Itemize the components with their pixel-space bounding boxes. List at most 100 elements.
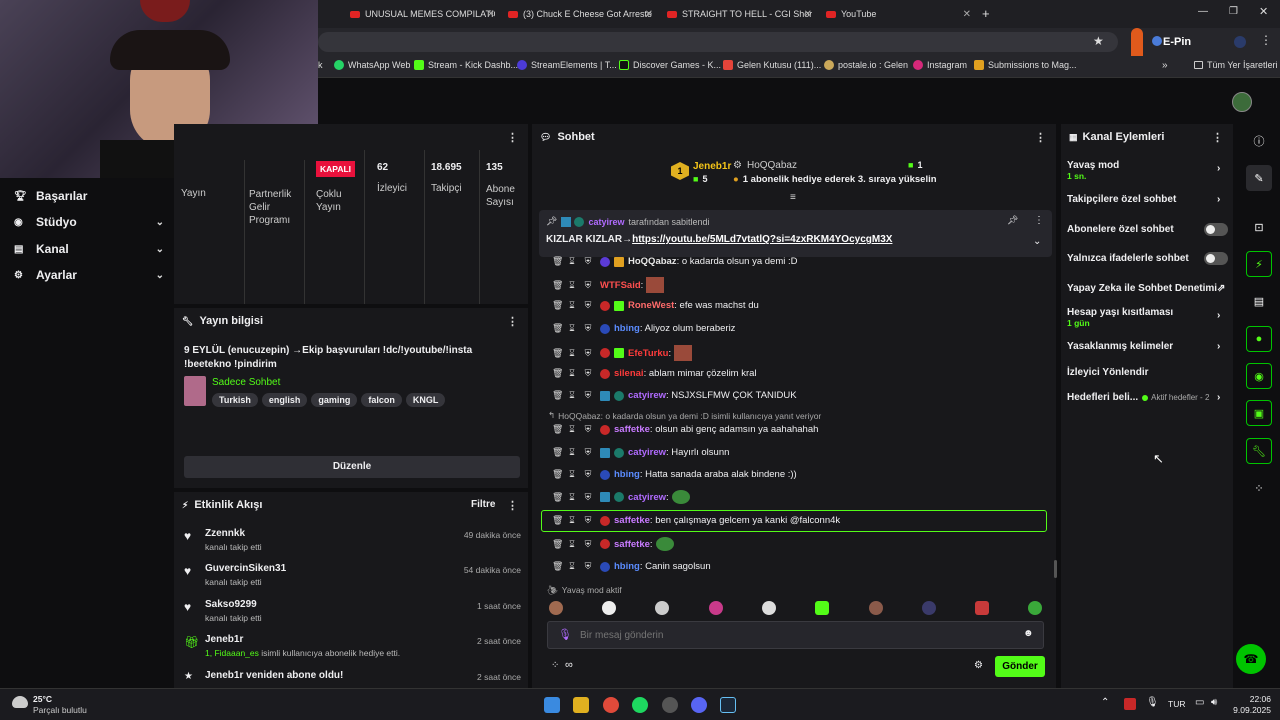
tag[interactable]: falcon <box>361 393 402 407</box>
sidebar-item-ayarlar[interactable]: ⚙ Ayarlar ⌄ <box>14 268 164 282</box>
collapse-handle-icon[interactable]: ≡ <box>790 192 796 203</box>
microphone-icon[interactable]: 🎙︎ <box>1146 697 1159 708</box>
gear-icon[interactable]: ⚙ <box>974 660 983 671</box>
delete-icon[interactable]: 🗑︎ <box>552 323 563 334</box>
timeout-icon[interactable]: ⌛︎ <box>568 280 576 291</box>
tab-unusual-memes[interactable]: UNUSUAL MEMES COMPILATIO ✕ <box>350 4 495 24</box>
timeout-icon[interactable]: ⌛︎ <box>568 492 576 503</box>
new-tab-button[interactable]: + <box>982 6 990 21</box>
more-options-icon[interactable]: ⋮ <box>507 315 518 328</box>
chat-username[interactable]: catyirew <box>628 492 666 503</box>
chevron-down-icon[interactable]: ⌄ <box>1033 236 1041 247</box>
pencil-icon[interactable]: ✎ <box>1246 165 1272 191</box>
emote-icon[interactable] <box>602 601 616 615</box>
delete-icon[interactable]: 🗑︎ <box>552 280 563 291</box>
ban-icon[interactable]: ⛨ <box>584 492 592 503</box>
category-thumbnail[interactable] <box>184 376 206 406</box>
chat-input[interactable] <box>580 626 1000 644</box>
emoji-icon[interactable]: ☻ <box>1023 628 1034 639</box>
delete-icon[interactable]: 🗑︎ <box>552 469 563 480</box>
delete-icon[interactable]: 🗑︎ <box>552 300 563 311</box>
close-icon[interactable]: ✕ <box>487 9 495 20</box>
windows-start-icon[interactable] <box>544 697 560 713</box>
address-input[interactable] <box>318 32 1118 52</box>
chat-username[interactable]: WTFSaid <box>600 280 641 291</box>
timeout-icon[interactable]: ⌛︎ <box>568 424 576 435</box>
info-icon[interactable]: ⓘ <box>1246 128 1272 154</box>
ban-icon[interactable]: ⛨ <box>584 348 592 359</box>
minimize-button[interactable]: — <box>1198 6 1208 17</box>
action-raid[interactable]: İzleyici Yönlendir <box>1067 367 1149 378</box>
action-followers-only[interactable]: Takipçilere özel sohbet › <box>1067 194 1227 205</box>
activity-user[interactable]: Jeneb1r <box>205 634 243 645</box>
user-avatar[interactable] <box>1232 92 1252 112</box>
bookmark-whatsapp[interactable]: WhatsApp Web <box>334 60 410 70</box>
tag[interactable]: KNGL <box>405 393 446 407</box>
tag[interactable]: english <box>261 393 308 407</box>
kick-logo-icon[interactable]: ⁘ <box>1246 475 1272 501</box>
highlight-username[interactable]: HoQQabaz <box>747 160 797 171</box>
obs-icon[interactable] <box>662 697 678 713</box>
bookmark-instagram[interactable]: Instagram <box>913 60 967 70</box>
chat-username[interactable]: hbing <box>614 323 640 334</box>
emote-icon[interactable] <box>762 601 776 615</box>
microphone-icon[interactable]: 🎙︎ <box>558 628 572 641</box>
timeout-icon[interactable]: ⌛︎ <box>568 390 576 401</box>
emote-icon[interactable] <box>1028 601 1042 615</box>
bookmark-postale[interactable]: postale.io : Gelen <box>824 60 908 70</box>
ban-icon[interactable]: ⛨ <box>584 390 592 401</box>
clock-time[interactable]: 22:06 <box>1233 694 1271 704</box>
filter-button[interactable]: Filtre <box>471 499 495 510</box>
bookmark-gelen-kutusu[interactable]: Gelen Kutusu (111)... <box>723 60 821 70</box>
extension-globe-icon[interactable] <box>1152 36 1162 46</box>
file-explorer-icon[interactable] <box>573 697 589 713</box>
close-icon[interactable]: ✕ <box>645 9 653 20</box>
timeout-icon[interactable]: ⌛︎ <box>568 300 576 311</box>
sidebar-item-kanal[interactable]: ▤ Kanal ⌄ <box>14 242 164 256</box>
bookmark-star-icon[interactable]: ★ <box>1093 34 1104 48</box>
top-gifter-name[interactable]: Jeneb1r <box>693 161 731 172</box>
delete-icon[interactable]: 🗑︎ <box>552 424 563 435</box>
bookmark-kick-dashboard[interactable]: Stream - Kick Dashb... <box>414 60 518 70</box>
category-link[interactable]: Sadece Sohbet <box>212 377 280 388</box>
delete-icon[interactable]: 🗑︎ <box>552 256 563 267</box>
tray-app-icon[interactable] <box>1124 698 1136 710</box>
activity-user[interactable]: Jeneb1r veniden abone oldu! <box>205 670 343 681</box>
chevron-up-icon[interactable]: ⌃ <box>1101 697 1109 708</box>
timeout-icon[interactable]: ⌛︎ <box>568 469 576 480</box>
more-bookmarks-icon[interactable]: » <box>1162 60 1168 71</box>
action-banned-words[interactable]: Yasaklanmış kelimeler › <box>1067 341 1227 352</box>
chat-username[interactable]: hbing <box>614 469 640 480</box>
more-options-icon[interactable]: ⋮ <box>1035 131 1046 144</box>
gift-recipient[interactable]: 1, Fidaaan_es <box>205 648 259 658</box>
discord-icon[interactable] <box>691 697 707 713</box>
temperature[interactable]: 25°C <box>33 694 52 704</box>
chat-username[interactable]: EfeTurku <box>628 348 668 359</box>
action-goals[interactable]: Hedefleri beli... Aktif hedefler - 2 › <box>1067 392 1227 403</box>
bookmark-submissions[interactable]: Submissions to Mag... <box>974 60 1077 70</box>
chat-username[interactable]: catyirew <box>628 390 666 401</box>
emotes-only-toggle[interactable] <box>1204 252 1228 265</box>
reply-context[interactable]: ↰ HoQQabaz: o kadarda olsun ya demi :D is… <box>548 410 821 421</box>
timeout-icon[interactable]: ⌛︎ <box>568 323 576 334</box>
chat-username[interactable]: saffetke <box>614 424 650 435</box>
more-options-icon[interactable]: ⋮ <box>507 499 518 512</box>
delete-icon[interactable]: 🗑︎ <box>552 368 563 379</box>
more-options-icon[interactable]: ⋮ <box>507 131 518 144</box>
chat-username[interactable]: catyirew <box>628 447 666 458</box>
send-button[interactable]: Gönder <box>995 656 1045 677</box>
lightning-icon[interactable]: ⚡︎ <box>1246 251 1272 277</box>
unpin-icon[interactable]: 📌︎ <box>1007 215 1018 226</box>
action-account-age[interactable]: Hesap yaşı kısıtlaması 1 gün › <box>1067 307 1227 328</box>
close-icon[interactable]: ✕ <box>963 9 971 20</box>
delete-icon[interactable]: 🗑︎ <box>552 390 563 401</box>
ban-icon[interactable]: ⛨ <box>584 447 592 458</box>
clock-date[interactable]: 9.09.2025 <box>1226 705 1271 715</box>
steam-icon[interactable] <box>720 697 736 713</box>
ban-icon[interactable]: ⛨ <box>584 256 592 267</box>
sidebar-item-studyo[interactable]: ◉ Stüdyo ⌄ <box>14 215 164 229</box>
infinity-icon[interactable]: ∞ <box>565 659 573 671</box>
chat-username[interactable]: silenai <box>614 368 644 379</box>
emote-icon[interactable] <box>922 601 936 615</box>
pinned-link[interactable]: https://youtu.be/5MLd7vtatlQ?si=4zxRKM4Y… <box>632 234 892 245</box>
